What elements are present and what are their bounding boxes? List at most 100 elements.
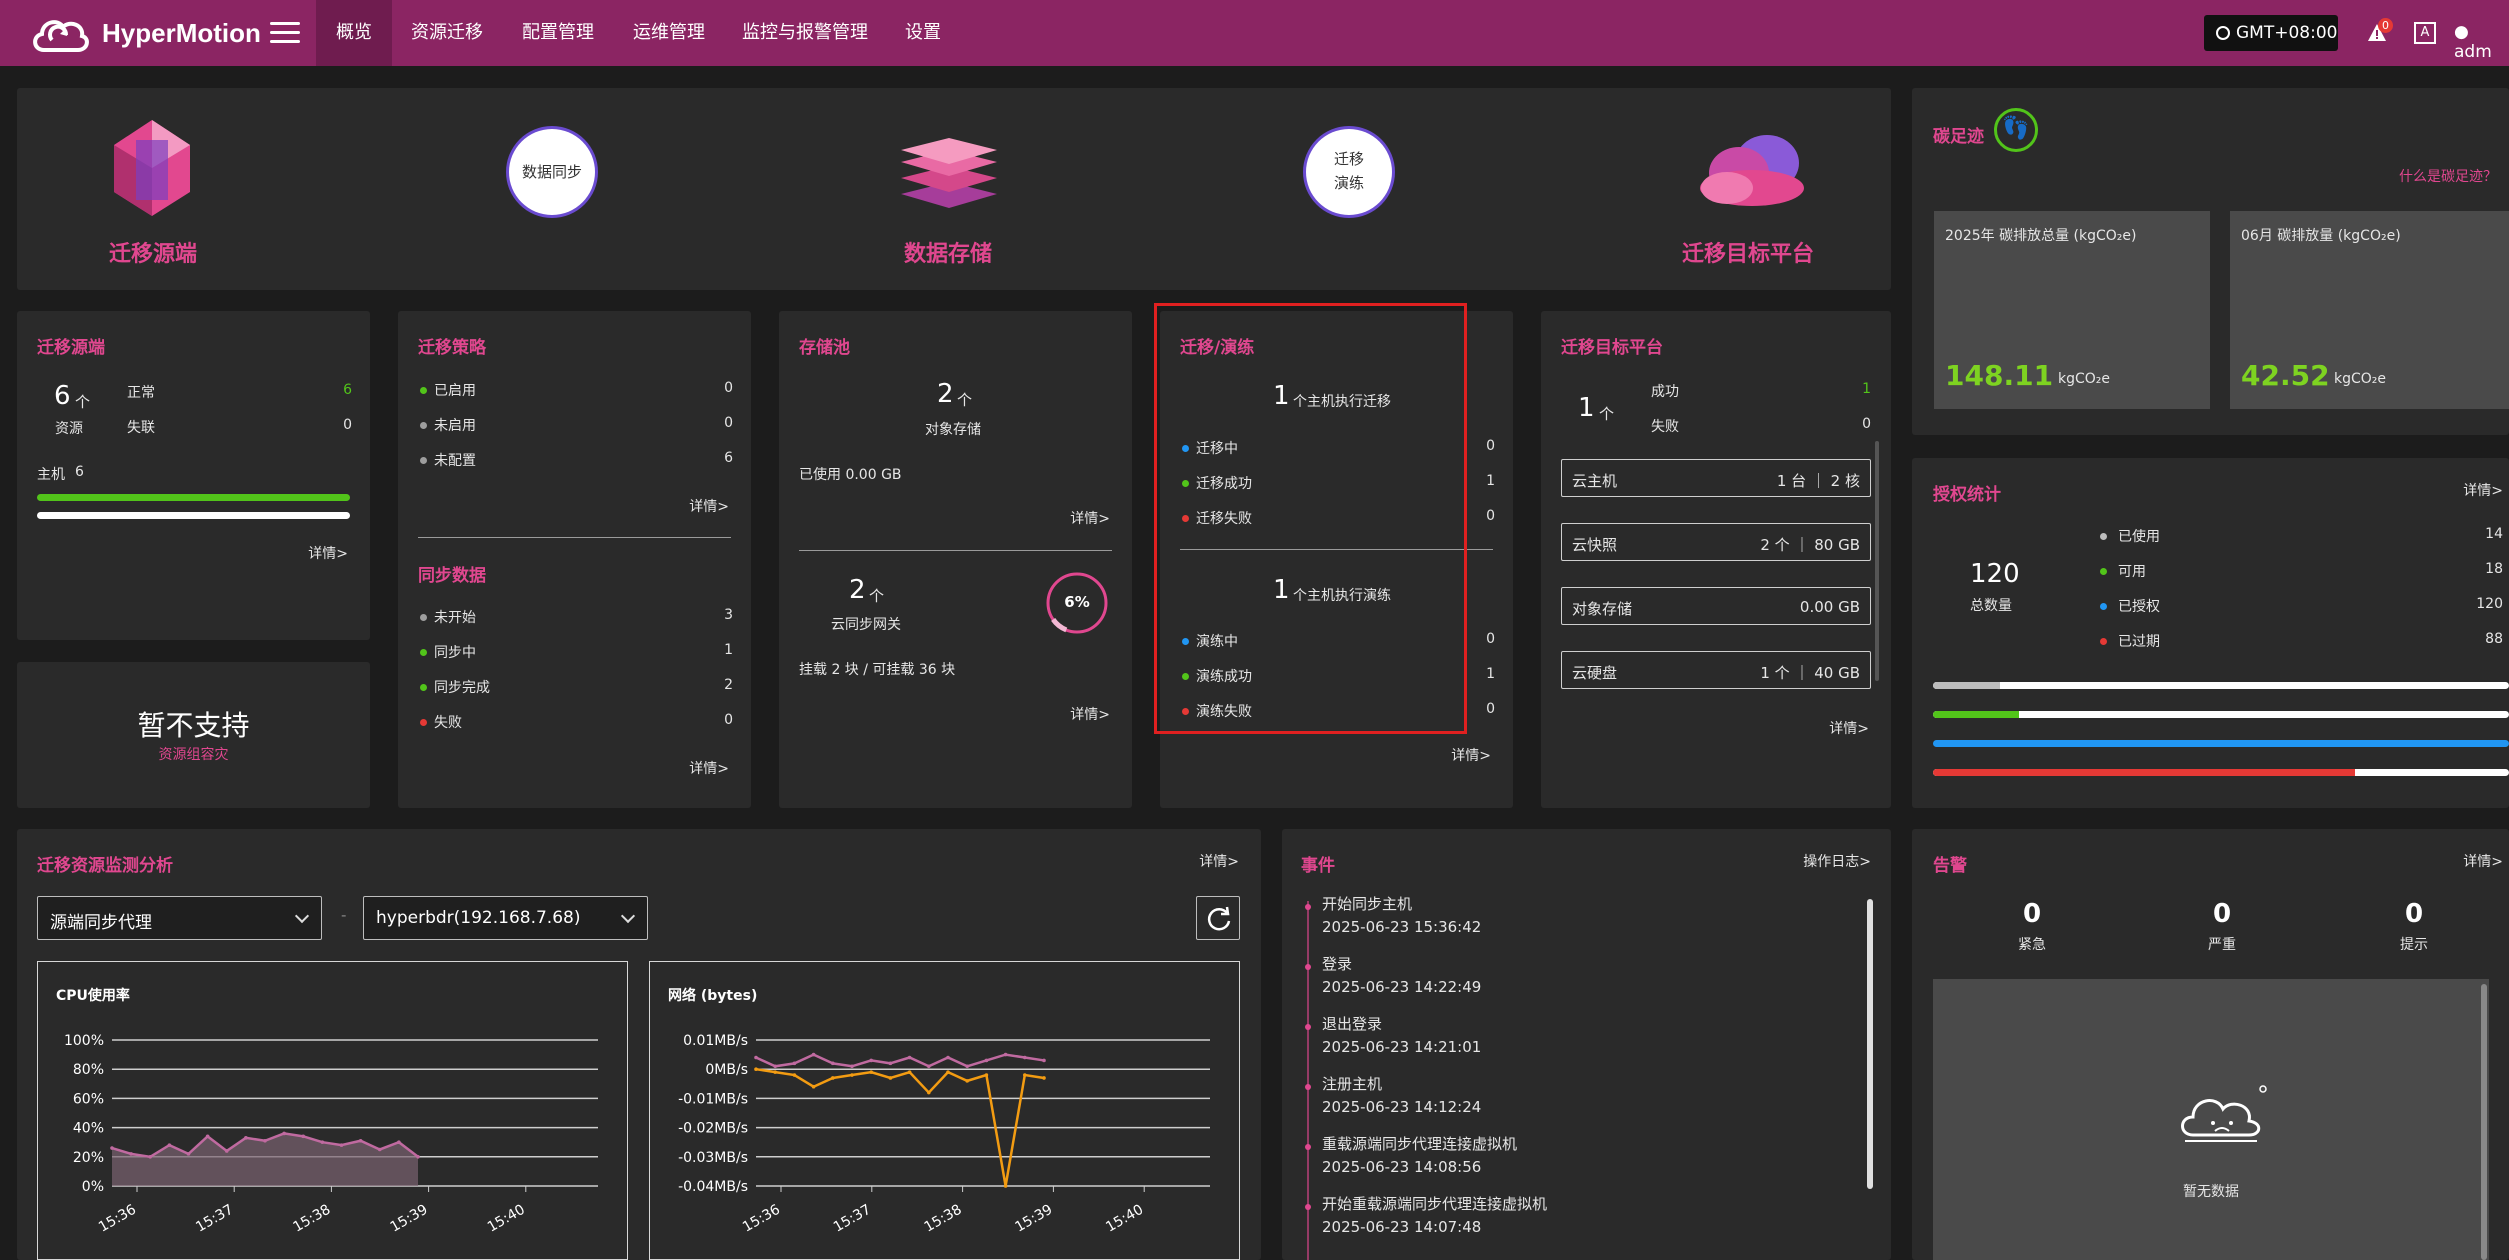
event-title[interactable]: 重载源端同步代理连接虚拟机 — [1322, 1133, 1517, 1154]
monitor-panel: 迁移资源监测分析 详情> 源端同步代理 - hyperbdr(192.168.7… — [17, 829, 1261, 1260]
alert-bell-icon[interactable]: 0 — [2366, 18, 2393, 48]
sync-item-label: 未开始 — [434, 610, 476, 626]
y-tick-label: 0% — [82, 1179, 104, 1195]
data-point — [927, 1090, 931, 1095]
pool-percent: 6% — [1064, 593, 1090, 611]
timezone-button[interactable]: GMT+08:00 — [2204, 15, 2338, 51]
target-box-value: 2 个 ｜ 80 GB — [1760, 536, 1860, 554]
agent-host-value: hyperbdr(192.168.7.68) — [376, 908, 581, 928]
target-resource-box: 云硬盘 1 个 ｜ 40 GB — [1561, 651, 1871, 689]
source-detail-link[interactable]: 详情> — [308, 543, 348, 563]
data-point — [205, 1134, 210, 1139]
timeline-dot — [1305, 964, 1311, 970]
nav-monitor-alarm[interactable]: 监控与报警管理 — [722, 0, 888, 66]
data-point — [831, 1076, 835, 1080]
source-lost-label: 失联 — [127, 420, 155, 436]
data-point — [1003, 1052, 1008, 1057]
data-point — [773, 1070, 777, 1074]
agent-type-select[interactable]: 源端同步代理 — [37, 896, 322, 940]
policy-item-value: 0 — [724, 415, 733, 431]
user-menu[interactable]: ● adm — [2454, 22, 2509, 62]
highlight-box — [1154, 303, 1467, 734]
nav-resource-migration[interactable]: 资源迁移 — [391, 0, 503, 66]
pool-gw-unit: 个 — [869, 587, 885, 605]
nav-ops[interactable]: 运维管理 — [613, 0, 725, 66]
policy-detail-link[interactable]: 详情> — [689, 496, 729, 516]
chart-title: CPU使用率 — [56, 987, 130, 1004]
sync-detail-link[interactable]: 详情> — [689, 758, 729, 778]
data-point — [869, 1058, 873, 1063]
carbon-year-card: 2025年 碳排放总量 (kgCO₂e) 148.11 kgCO₂e — [1934, 211, 2210, 409]
sync-item-value: 3 — [724, 607, 733, 623]
refresh-button[interactable] — [1196, 896, 1240, 940]
agent-host-select[interactable]: hyperbdr(192.168.7.68) — [363, 896, 648, 940]
license-title: 授权统计 — [1933, 485, 2001, 505]
flow-sync-label: 数据同步 — [521, 163, 582, 181]
license-value: 18 — [2485, 561, 2503, 577]
nav-settings[interactable]: 设置 — [885, 0, 961, 66]
events-scrollbar[interactable] — [1867, 899, 1873, 1189]
data-point — [320, 1140, 325, 1144]
event-time: 2025-06-23 14:07:48 — [1322, 1218, 1482, 1236]
x-tick-label: 15:36 — [96, 1202, 139, 1236]
target-scrollbar[interactable] — [1875, 441, 1879, 681]
data-point — [907, 1070, 912, 1074]
event-title[interactable]: 开始同步主机 — [1322, 893, 1412, 914]
carbon-year-unit: kgCO₂e — [2058, 371, 2111, 387]
event-title[interactable]: 登录 — [1322, 953, 1352, 974]
monitor-detail-link[interactable]: 详情> — [1199, 851, 1239, 871]
flow-drill-step: 迁移 演练 — [1306, 129, 1392, 215]
data-point — [792, 1073, 797, 1077]
network-chart-svg: 网络 (bytes) 0.01MB/s 0MB/s -0.01MB/s -0.02MB/… — [668, 987, 1210, 1236]
license-detail-link[interactable]: 详情> — [2463, 480, 2503, 500]
alarm-panel: 告警 详情> 暂无数据 0 紧急 0 严重 0 提示 — [1912, 829, 2509, 1260]
target-box-label: 云快照 — [1572, 536, 1618, 554]
y-tick-label: 20% — [73, 1150, 104, 1166]
flow-target-label: 迁移目标平台 — [1682, 242, 1815, 267]
source-title: 迁移源端 — [37, 338, 105, 358]
target-detail-link[interactable]: 详情> — [1829, 718, 1869, 738]
x-tick-label: 15:40 — [1103, 1202, 1146, 1236]
nav-overview[interactable]: 概览 — [316, 0, 392, 66]
policy-item-dot — [420, 387, 427, 394]
carbon-help-link[interactable]: 什么是碳足迹？ — [2399, 166, 2497, 186]
pool-detail-link-2[interactable]: 详情> — [1070, 704, 1110, 724]
hamburger-menu-icon[interactable] — [270, 16, 300, 50]
footprint-icon: 👣 — [1994, 108, 2038, 152]
data-point — [224, 1149, 229, 1153]
x-tick-label: 15:38 — [290, 1202, 333, 1236]
data-point — [148, 1155, 153, 1159]
flow-drill-label: 迁移 演练 — [1333, 150, 1364, 192]
alarm-detail-link[interactable]: 详情> — [2463, 851, 2503, 871]
storage-pool-panel: 存储池 2 个 对象存储 已使用 0.00 GB 详情> 2 个 云同步网关 6… — [779, 311, 1132, 808]
y-tick-label: 80% — [73, 1062, 104, 1078]
target-box-value: 0.00 GB — [1799, 598, 1860, 616]
data-point — [792, 1061, 797, 1066]
policy-panel: 迁移策略 详情> 同步数据 详情> 已启用 0 未启用 0 未配置 6 未开始 3 同步中 1 同步… — [398, 311, 751, 808]
target-ok-label: 成功 — [1651, 384, 1679, 400]
brand[interactable]: HyperMotion — [30, 10, 261, 56]
alarm-scrollbar[interactable] — [2481, 984, 2487, 1260]
nav-config[interactable]: 配置管理 — [502, 0, 614, 66]
policy-item-value: 0 — [724, 380, 733, 396]
target-title: 迁移目标平台 — [1561, 338, 1663, 358]
target-box-value: 1 台 ｜ 2 核 — [1776, 472, 1860, 490]
source-panel: 迁移源端 6 个 资源 正常 6 失联 0 主机 6 详情> — [17, 311, 370, 640]
target-resource-box: 云快照 2 个 ｜ 80 GB — [1561, 523, 1871, 561]
event-title[interactable]: 注册主机 — [1322, 1073, 1382, 1094]
timeline-dot — [1305, 1024, 1311, 1030]
data-point — [965, 1079, 969, 1083]
license-total-label: 总数量 — [1970, 598, 2012, 614]
drill-item-value: 0 — [1486, 631, 1495, 647]
source-label: 资源 — [55, 421, 83, 437]
migrate-detail-link[interactable]: 详情> — [1451, 745, 1491, 765]
migrate-item-value: 0 — [1486, 438, 1495, 454]
operation-log-link[interactable]: 操作日志> — [1803, 851, 1871, 871]
data-point — [850, 1073, 854, 1077]
pool-detail-link-1[interactable]: 详情> — [1070, 508, 1110, 528]
event-time: 2025-06-23 15:36:42 — [1322, 918, 1482, 936]
data-point — [869, 1070, 873, 1074]
event-title[interactable]: 退出登录 — [1322, 1013, 1382, 1034]
language-icon[interactable]: A — [2414, 22, 2436, 44]
event-title[interactable]: 开始重载源端同步代理连接虚拟机 — [1322, 1193, 1547, 1214]
